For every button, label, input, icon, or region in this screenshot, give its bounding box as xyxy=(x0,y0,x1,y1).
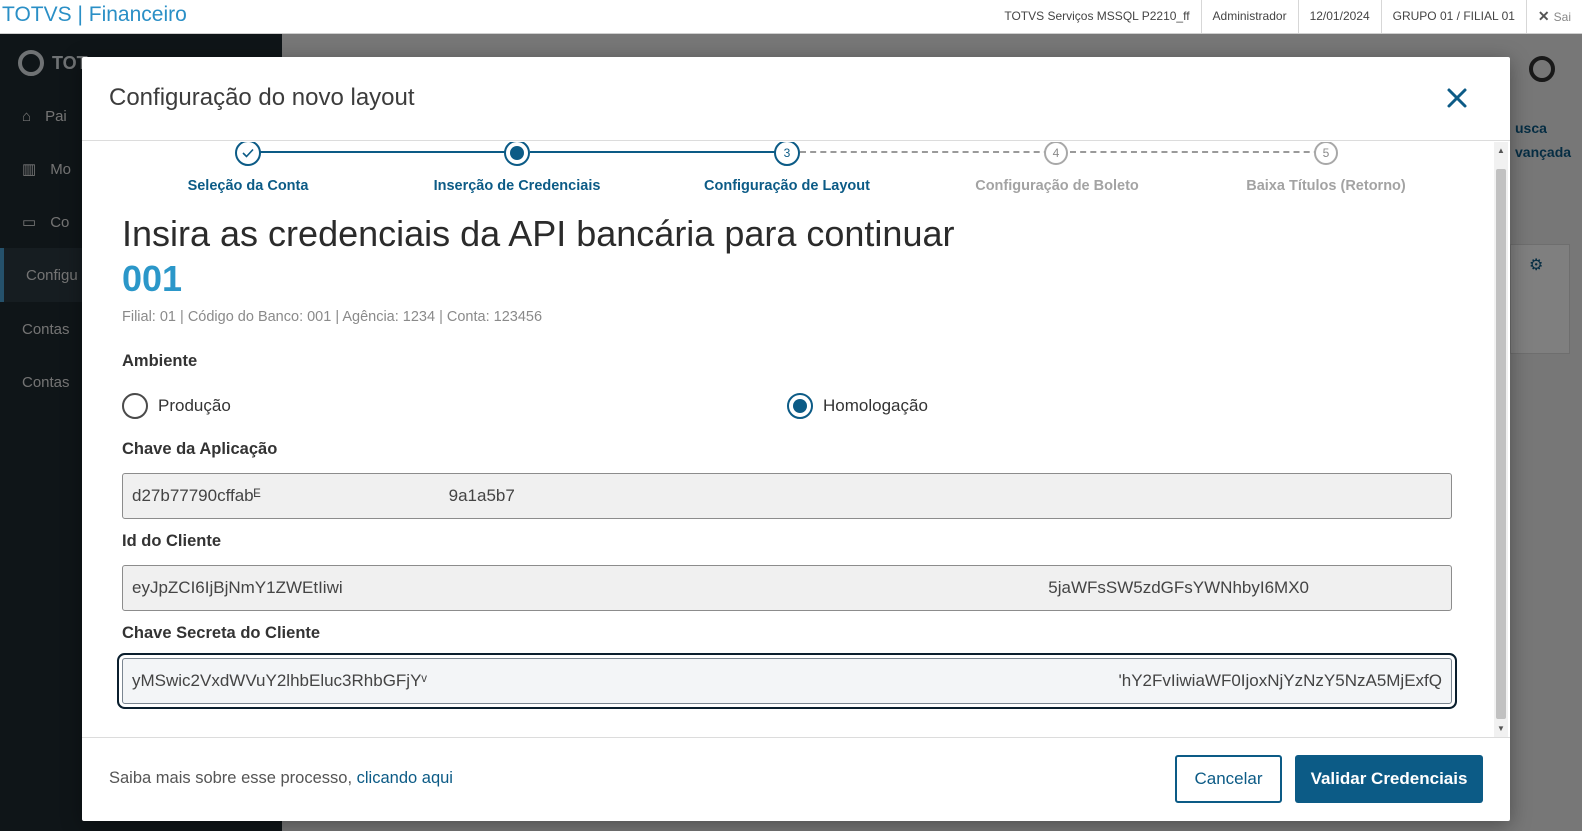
client-secret-value-start: yMSwic2VxdWVuY2lhbEluc3RhbGFjYᵛ xyxy=(132,671,427,690)
radio-label: Produção xyxy=(158,396,231,415)
app-title: TOTVS | Financeiro xyxy=(2,3,187,26)
cancel-button[interactable]: Cancelar xyxy=(1175,755,1282,803)
step-5-indicator: 5 xyxy=(1314,142,1338,165)
modal-footer: Saiba mais sobre esse processo, clicando… xyxy=(82,737,1510,821)
step-1-indicator xyxy=(235,142,261,166)
client-id-value-start: eyJpZCI6IjBjNmY1ZWEtIiwi xyxy=(132,578,343,597)
exit-button[interactable]: ✕ Sai xyxy=(1525,0,1582,33)
step-1-label: Seleção da Conta xyxy=(187,178,309,194)
client-id-value-end: 5jaWFsSW5zdGFsYWNhbyI6MX0 xyxy=(1048,578,1309,597)
page-heading: Insira as credenciais da API bancária pa… xyxy=(122,213,955,254)
check-icon xyxy=(242,148,254,158)
branch-selector[interactable]: GRUPO 01 / FILIAL 01 xyxy=(1380,0,1526,33)
radio-button[interactable] xyxy=(122,393,148,419)
step-4-indicator: 4 xyxy=(1044,142,1068,165)
close-modal-button[interactable] xyxy=(1442,83,1472,113)
scrollbar-thumb[interactable] xyxy=(1496,169,1506,719)
environment-radio-group: Produção Homologação xyxy=(122,393,1452,433)
app-key-field[interactable]: d27b77790cffabᴱ 9a1a5b7 xyxy=(122,473,1452,519)
top-info: TOTVS Serviços MSSQL P2210_ff Administra… xyxy=(993,0,1582,33)
bank-code: 001 xyxy=(122,258,183,300)
wizard-stepper: 3 4 5 Seleção da Conta Inserção de Crede… xyxy=(82,142,1492,212)
server-name: TOTVS Serviços MSSQL P2210_ff xyxy=(1004,9,1190,23)
step-connector xyxy=(260,151,520,153)
bank-account-info: Filial: 01 | Código do Banco: 001 | Agên… xyxy=(122,308,543,325)
radio-label: Homologação xyxy=(823,396,928,415)
app-key-label: Chave da Aplicação xyxy=(122,440,278,458)
step-connector xyxy=(800,151,1060,153)
client-secret-field[interactable]: yMSwic2VxdWVuY2lhbEluc3RhbGFjYᵛ 'hY2FvIi… xyxy=(122,658,1452,704)
layout-config-modal: Configuração do novo layout 3 4 5 Seleçã… xyxy=(82,57,1510,821)
help-link[interactable]: clicando aqui xyxy=(357,769,453,787)
client-id-label: Id do Cliente xyxy=(122,532,221,550)
step-2-indicator xyxy=(504,142,530,166)
modal-title: Configuração do novo layout xyxy=(109,84,415,111)
step-connector xyxy=(1070,151,1330,153)
exit-label: Sai xyxy=(1553,10,1571,24)
radio-producao[interactable]: Produção xyxy=(122,393,231,419)
modal-body: 3 4 5 Seleção da Conta Inserção de Crede… xyxy=(82,142,1510,737)
modal-scrollbar[interactable]: ▲ ▼ xyxy=(1494,142,1508,737)
top-bar: TOTVS | Financeiro TOTVS Serviços MSSQL … xyxy=(0,0,1582,34)
app-key-value-end: 9a1a5b7 xyxy=(448,486,515,505)
step-2-label: Inserção de Credenciais xyxy=(433,178,601,194)
step-connector xyxy=(530,151,790,153)
client-secret-label: Chave Secreta do Cliente xyxy=(122,624,321,642)
close-icon xyxy=(1447,88,1467,108)
step-4-label: Configuração de Boleto xyxy=(975,178,1139,194)
radio-homologacao[interactable]: Homologação xyxy=(787,393,928,419)
client-id-field[interactable]: eyJpZCI6IjBjNmY1ZWEtIiwi 5jaWFsSW5zdGFsY… xyxy=(122,565,1452,611)
step-5-label: Baixa Títulos (Retorno) xyxy=(1246,178,1406,194)
modal-header: Configuração do novo layout xyxy=(82,57,1510,141)
step-3-label: Configuração de Layout xyxy=(704,178,870,194)
validate-credentials-button[interactable]: Validar Credenciais xyxy=(1295,755,1483,803)
environment-label: Ambiente xyxy=(122,352,198,370)
client-secret-value-end: 'hY2FvIiwiaWF0IjoxNjYzNzY5NzA5MjExfQ xyxy=(1118,671,1442,690)
scroll-down-icon[interactable]: ▼ xyxy=(1497,724,1505,733)
step-3-indicator: 3 xyxy=(774,142,800,166)
app-key-value-start: d27b77790cffabᴱ xyxy=(132,486,261,505)
radio-button[interactable] xyxy=(787,393,813,419)
system-date: 12/01/2024 xyxy=(1297,0,1381,33)
user-name: Administrador xyxy=(1200,0,1298,33)
scroll-up-icon[interactable]: ▲ xyxy=(1497,146,1505,155)
close-icon: ✕ xyxy=(1537,8,1550,24)
help-text-label: Saiba mais sobre esse processo, xyxy=(109,769,353,787)
help-text: Saiba mais sobre esse processo, clicando… xyxy=(109,769,453,788)
credentials-form: Insira as credenciais da API bancária pa… xyxy=(122,212,1452,704)
